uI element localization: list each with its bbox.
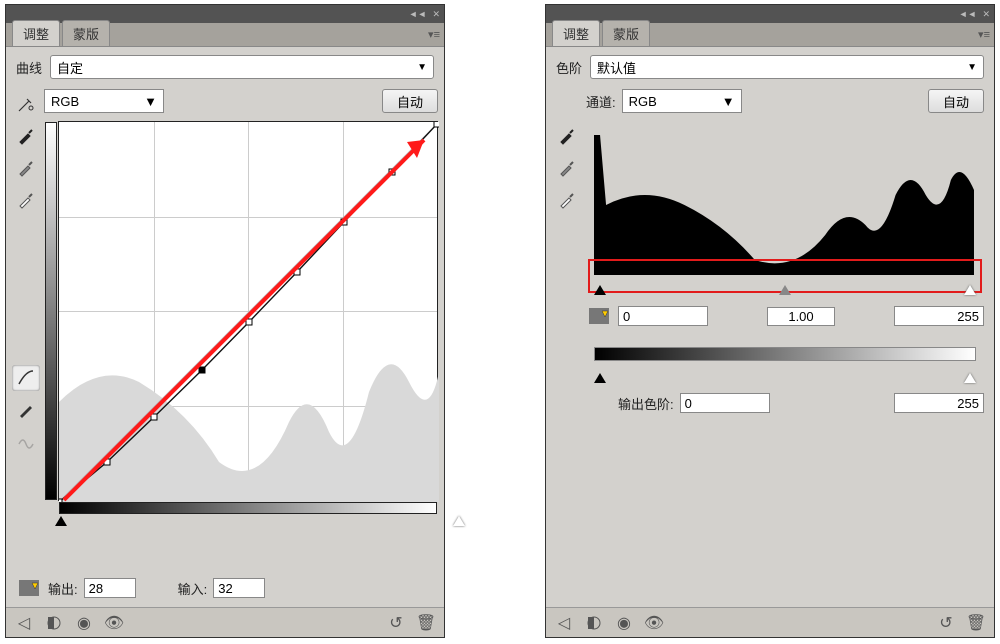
- preset-row: 曲线 自定 ▼: [6, 47, 444, 83]
- collapse-icon[interactable]: ◄◄: [409, 9, 427, 19]
- highlight-input[interactable]: [894, 306, 984, 326]
- clip-icon[interactable]: [44, 613, 64, 633]
- chevron-down-icon: ▼: [417, 62, 427, 73]
- panel-menu-icon[interactable]: ▾≡: [428, 28, 440, 41]
- auto-button[interactable]: 自动: [382, 89, 438, 113]
- view-previous-icon[interactable]: 👁: [644, 613, 664, 633]
- channel-dropdown[interactable]: RGB ▼: [622, 89, 742, 113]
- layer-visibility-icon[interactable]: ◉: [74, 613, 94, 633]
- input-input[interactable]: [213, 578, 265, 598]
- panel-title-label: 色阶: [556, 58, 582, 77]
- tab-adjust[interactable]: 调整: [552, 20, 600, 46]
- return-icon[interactable]: ◁: [554, 613, 574, 633]
- panel-bottom-bar: ◁ ◉ 👁 ↺ 🗑: [546, 607, 994, 637]
- reset-icon[interactable]: ↺: [386, 613, 406, 633]
- preset-dropdown[interactable]: 默认值 ▼: [590, 55, 984, 79]
- clip-icon[interactable]: [584, 613, 604, 633]
- shadow-slider[interactable]: [594, 285, 606, 295]
- layer-visibility-icon[interactable]: ◉: [614, 613, 634, 633]
- channel-label: 通道:: [586, 92, 616, 111]
- curve-mode-pencil[interactable]: [12, 397, 40, 423]
- output-input[interactable]: [84, 578, 136, 598]
- midtone-slider[interactable]: [779, 285, 791, 295]
- output-white-slider[interactable]: [964, 373, 976, 383]
- curves-io-row: 输出: 输入:: [6, 569, 444, 607]
- output-levels-label: 输出色阶:: [618, 394, 674, 413]
- curves-tool-column: [12, 89, 40, 569]
- tab-masks[interactable]: 蒙版: [62, 20, 110, 46]
- channel-dropdown[interactable]: RGB ▼: [44, 89, 164, 113]
- output-black-slider[interactable]: [594, 373, 606, 383]
- channel-value: RGB: [51, 94, 79, 109]
- auto-button[interactable]: 自动: [928, 89, 984, 113]
- view-previous-icon[interactable]: 👁: [104, 613, 124, 633]
- eyedropper-gray-icon[interactable]: [12, 155, 40, 181]
- tab-adjust[interactable]: 调整: [12, 20, 60, 46]
- white-point-slider[interactable]: [453, 516, 465, 526]
- eyedropper-white-icon[interactable]: [553, 187, 581, 213]
- panel-title-label: 曲线: [16, 58, 42, 77]
- trash-icon[interactable]: 🗑: [416, 613, 436, 633]
- trash-icon[interactable]: 🗑: [966, 613, 986, 633]
- preset-value: 默认值: [597, 58, 636, 77]
- collapse-icon[interactable]: ◄◄: [959, 9, 977, 19]
- panel-menu-icon[interactable]: ▾≡: [978, 28, 990, 41]
- chevron-down-icon: ▼: [722, 94, 735, 109]
- eyedropper-gray-icon[interactable]: [553, 155, 581, 181]
- panel-bottom-bar: ◁ ◉ 👁 ↺ 🗑: [6, 607, 444, 637]
- levels-histogram: [594, 125, 976, 275]
- preset-dropdown[interactable]: 自定 ▼: [50, 55, 434, 79]
- input-label: 输入:: [178, 579, 208, 598]
- eyedropper-white-icon[interactable]: [12, 187, 40, 213]
- preset-row: 色阶 默认值 ▼: [546, 47, 994, 83]
- reset-icon[interactable]: ↺: [936, 613, 956, 633]
- levels-panel: ◄◄ ✕ 调整 蒙版 ▾≡ 色阶 默认值 ▼ 通道:: [545, 4, 995, 638]
- channel-value: RGB: [629, 94, 657, 109]
- output-gradient: [45, 122, 57, 500]
- panel-tabs: 调整 蒙版 ▾≡: [6, 23, 444, 47]
- close-icon[interactable]: ✕: [432, 9, 440, 20]
- shadow-input[interactable]: [618, 306, 708, 326]
- output-black-input[interactable]: [680, 393, 770, 413]
- input-gradient: [59, 502, 437, 514]
- output-slider-track[interactable]: [594, 369, 976, 383]
- panel-tabs: 调整 蒙版 ▾≡: [546, 23, 994, 47]
- preset-value: 自定: [57, 58, 83, 77]
- histogram-warning-icon[interactable]: [586, 305, 612, 327]
- curve-mode-smooth[interactable]: [12, 365, 40, 391]
- target-adjust-tool[interactable]: [12, 91, 40, 117]
- chevron-down-icon: ▼: [144, 94, 157, 109]
- output-white-input[interactable]: [894, 393, 984, 413]
- black-point-slider[interactable]: [55, 516, 67, 526]
- output-label: 输出:: [48, 579, 78, 598]
- levels-tool-column: [552, 89, 582, 413]
- output-gradient-bar: [594, 347, 976, 361]
- curve-smooth-button[interactable]: [12, 429, 40, 455]
- curves-graph[interactable]: [58, 121, 438, 501]
- input-slider-track[interactable]: [594, 281, 976, 295]
- curves-panel: ◄◄ ✕ 调整 蒙版 ▾≡ 曲线 自定 ▼: [5, 4, 445, 638]
- eyedropper-black-icon[interactable]: [553, 123, 581, 149]
- tab-masks[interactable]: 蒙版: [602, 20, 650, 46]
- histogram-warning-icon[interactable]: [16, 577, 42, 599]
- midtone-value: 1.00: [767, 307, 834, 326]
- chevron-down-icon: ▼: [967, 62, 977, 73]
- highlight-slider[interactable]: [964, 285, 976, 295]
- return-icon[interactable]: ◁: [14, 613, 34, 633]
- histogram-shape: [59, 122, 439, 502]
- close-icon[interactable]: ✕: [982, 9, 990, 20]
- eyedropper-black-icon[interactable]: [12, 123, 40, 149]
